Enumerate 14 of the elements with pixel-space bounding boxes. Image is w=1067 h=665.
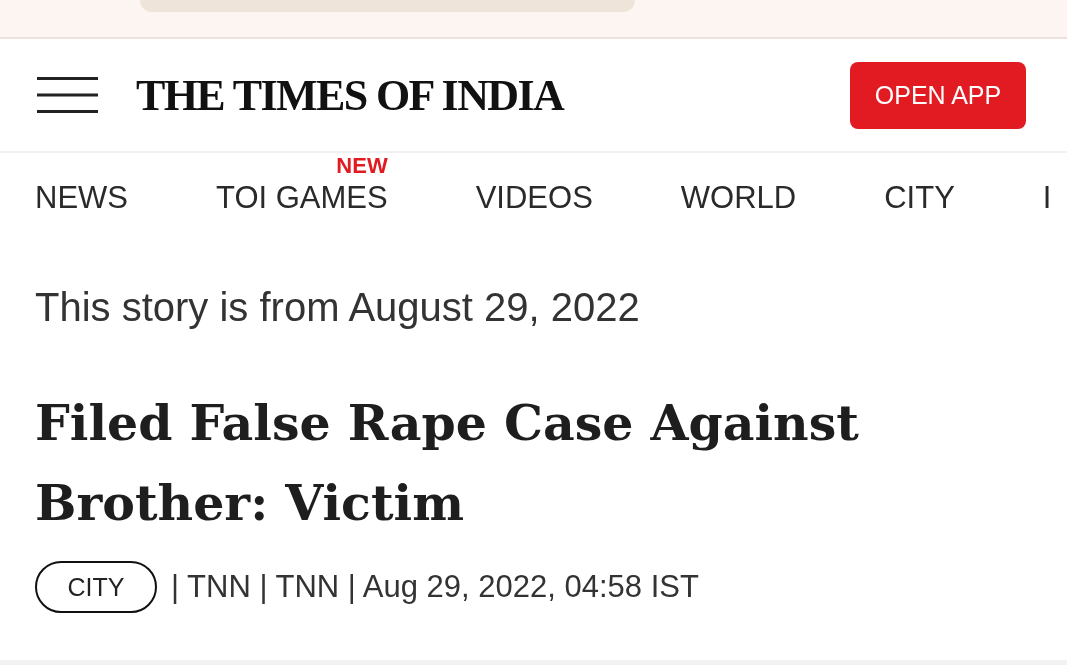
nav-link[interactable]: VIDEOS (475, 180, 593, 216)
new-label: NEW (336, 154, 388, 178)
article-headline: Filed False Rape Case Against Brother: Victim (35, 393, 860, 534)
open-app-button[interactable]: OPEN APP (850, 61, 1026, 129)
story-date-note: This story is from August 29, 2022 (35, 284, 640, 330)
category-tag[interactable]: CITY (35, 561, 157, 613)
nav-link[interactable]: I (1042, 180, 1052, 216)
byline: | TNN | TNN | Aug 29, 2022, 04:58 IST (171, 569, 699, 605)
nav-link[interactable]: WORLD (680, 180, 797, 216)
nav-link[interactable]: NEWS (35, 180, 128, 216)
menu-icon[interactable] (37, 77, 98, 113)
nav-link[interactable]: CITY (884, 180, 955, 216)
nav-link[interactable]: TOI GAMES (216, 180, 388, 216)
site-logo[interactable]: THE TIMES OF INDIA (136, 69, 564, 121)
